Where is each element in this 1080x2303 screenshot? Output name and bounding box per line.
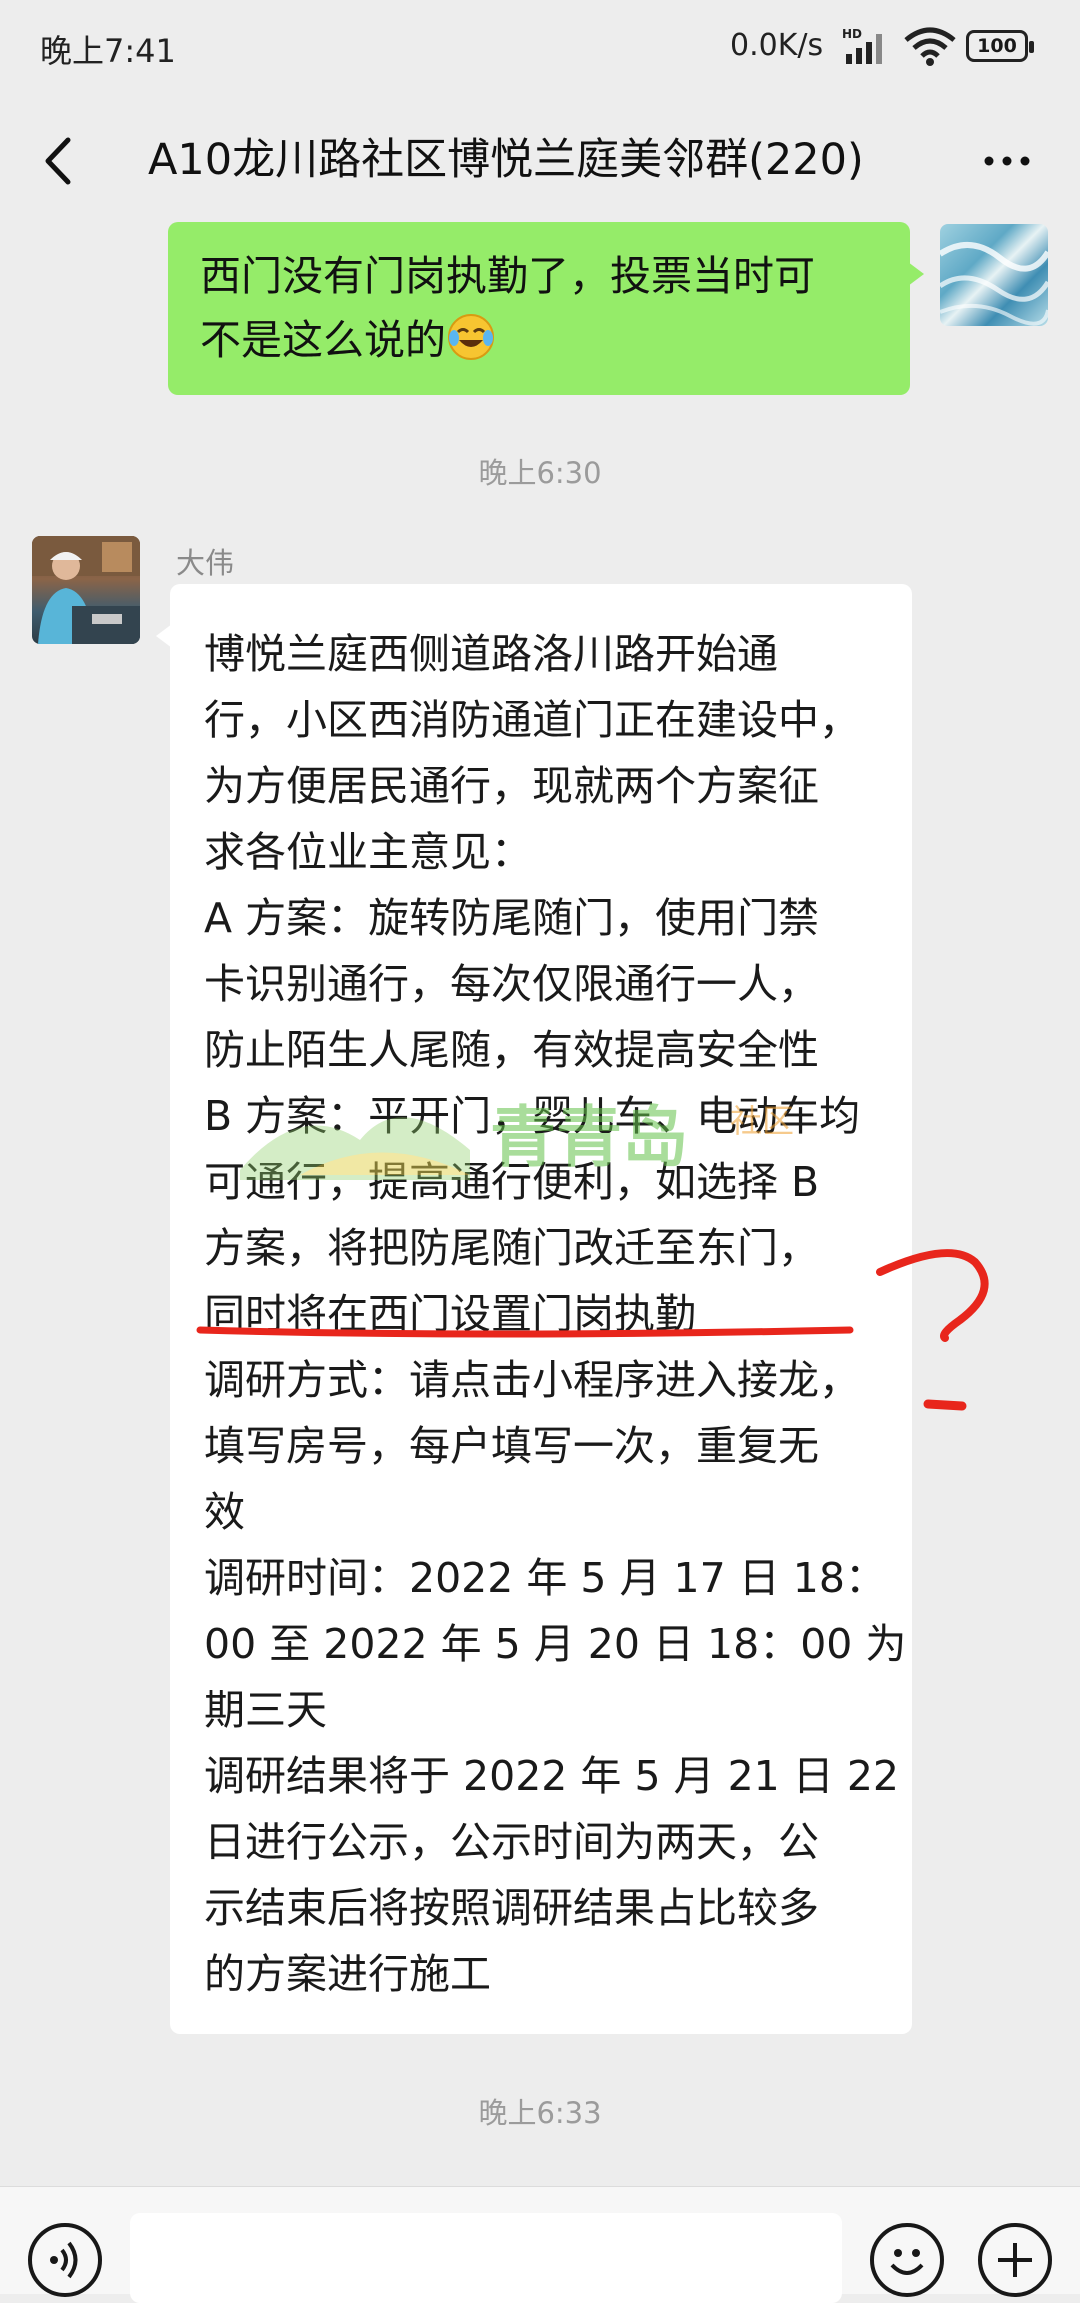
wifi-icon (904, 27, 956, 66)
message-line: 方案，将把防尾随门改迁至东门， (204, 1224, 819, 1272)
network-speed: 0.0K/s (730, 28, 824, 63)
message-line: 调研结果将于 2022 年 5 月 21 日 22 (204, 1752, 899, 1800)
watermark-text: 青青岛 (490, 1099, 688, 1176)
message-input[interactable] (130, 2213, 842, 2303)
message-line: A 方案：旋转防尾随门，使用门禁 (204, 894, 820, 942)
plus-icon[interactable] (978, 2223, 1052, 2297)
chat-title: A10龙川路社区博悦兰庭美邻群(220) (148, 135, 864, 185)
timestamp: 晚上6:30 (478, 456, 602, 490)
message-line: 求各位业主意见： (204, 828, 532, 876)
message-line: 调研时间：2022 年 5 月 17 日 18： (204, 1554, 886, 1602)
message-line: 行，小区西消防通道门正在建设中， (204, 696, 860, 744)
chat-header: A10龙川路社区博悦兰庭美邻群(220) (0, 96, 1080, 226)
message-line: 防止陌生人尾随，有效提高安全性 (204, 1026, 819, 1074)
sender-name: 大伟 (176, 546, 235, 580)
crying-laughing-emoji (448, 314, 494, 360)
emoji-icon[interactable] (870, 2223, 944, 2297)
message-line: 效 (204, 1488, 245, 1536)
battery-icon: 100 (966, 30, 1034, 62)
chat-input-bar (0, 2186, 1080, 2303)
incoming-message-bubble[interactable]: 博悦兰庭西侧道路洛川路开始通 行，小区西消防通道门正在建设中， 为方便居民通行，… (156, 584, 912, 2034)
message-line: 卡识别通行，每次仅限通行一人， (204, 960, 819, 1008)
status-bar: 晚上7:41 0.0K/s HD 100 (0, 0, 1080, 96)
message-line: 的方案进行施工 (204, 1950, 491, 1998)
outgoing-message-text: 西门没有门岗执勤了，投票当时可 不是这么说的 (200, 244, 890, 372)
message-line: 调研方式：请点击小程序进入接龙， (204, 1356, 860, 1404)
person-photo (32, 536, 140, 644)
message-line: 填写房号，每户填写一次，重复无 (204, 1422, 819, 1470)
outgoing-message-bubble[interactable]: 西门没有门岗执勤了，投票当时可 不是这么说的 (168, 222, 924, 395)
message-line: 示结束后将按照调研结果占比较多 (204, 1884, 819, 1932)
hd-signal-icon: HD (842, 27, 882, 64)
wave-photo (940, 241, 1048, 326)
sender-avatar[interactable] (32, 536, 140, 644)
chevron-left-icon[interactable] (30, 126, 90, 196)
message-line: 00 至 2022 年 5 月 20 日 18：00 为 (204, 1620, 907, 1668)
voice-icon[interactable] (28, 2223, 102, 2297)
outgoing-line: 西门没有门岗执勤了，投票当时可 (200, 252, 815, 300)
question-mark-dot (923, 1399, 967, 1411)
svg-text:HD: HD (842, 27, 862, 41)
message-line: 为方便居民通行，现就两个方案征 (204, 762, 819, 810)
message-line: 日进行公示，公示时间为两天，公 (204, 1818, 819, 1866)
status-time: 晚上7:41 (40, 32, 176, 70)
site-watermark: 青青岛 社区 (240, 1099, 794, 1180)
message-line-underlined: 同时将在西门设置门岗执勤 (204, 1290, 696, 1338)
timestamp: 晚上6:33 (478, 2096, 602, 2130)
outgoing-line: 不是这么说的 (200, 308, 890, 372)
message-line: 期三天 (204, 1686, 327, 1734)
watermark-suffix: 社区 (730, 1102, 794, 1140)
message-line: 博悦兰庭西侧道路洛川路开始通 (204, 630, 778, 678)
my-avatar[interactable] (940, 224, 1048, 326)
more-icon[interactable] (972, 126, 1042, 196)
